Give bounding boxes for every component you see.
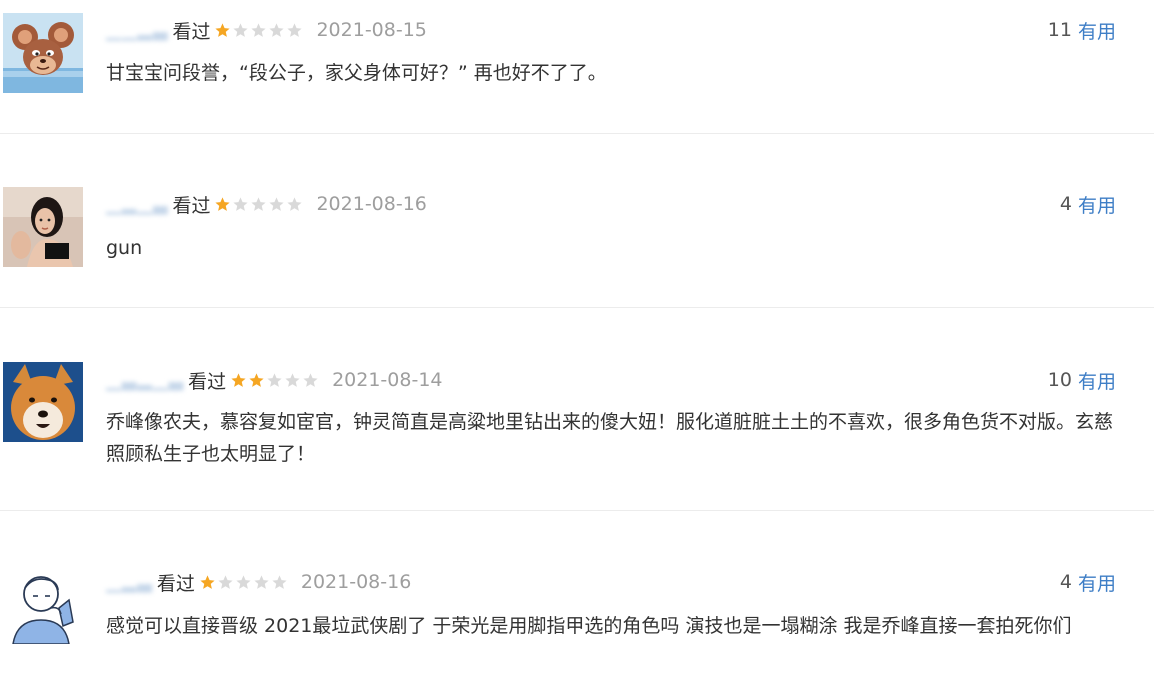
useful-count: 4 (1059, 571, 1072, 593)
username-blurred[interactable]: ▁▂▁▃ (106, 193, 168, 215)
review-content: 感觉可以直接晋级 2021最垃武侠剧了 于荣光是用脚指甲选的角色吗 演技也是一塌… (106, 615, 1072, 637)
review-content: gun (106, 237, 143, 259)
review-meta: ▁▃▂▁▃ 看过 2021-08-14 (106, 365, 443, 395)
sketch-person-avatar[interactable] (3, 564, 83, 644)
useful-count: 10 (1047, 369, 1072, 391)
useful-button[interactable]: 有用 (1078, 367, 1116, 394)
useful-vote[interactable]: 10 有用 (1048, 365, 1116, 395)
useful-vote[interactable]: 4 有用 (1060, 189, 1116, 219)
star-empty-icon (269, 22, 285, 37)
star-rating (214, 196, 304, 213)
divider (0, 133, 1154, 134)
watch-status: 看过 (188, 370, 227, 393)
useful-vote[interactable]: 4 有用 (1060, 567, 1116, 597)
star-empty-icon (269, 196, 285, 211)
review-date: 2021-08-14 (332, 369, 443, 391)
star-empty-icon (254, 574, 269, 589)
shiba-dog-avatar[interactable] (3, 362, 83, 442)
useful-vote[interactable]: 11 有用 (1048, 15, 1116, 45)
star-filled-icon (231, 372, 246, 387)
cartoon-mouse-avatar[interactable] (3, 13, 83, 93)
star-empty-icon (236, 574, 251, 589)
star-empty-icon (233, 22, 249, 37)
star-empty-icon (272, 574, 287, 589)
useful-count: 4 (1059, 193, 1072, 215)
review-meta: ▁▂▃ 看过 2021-08-16 (106, 567, 411, 597)
useful-button[interactable]: 有用 (1078, 569, 1116, 596)
star-rating (214, 22, 304, 39)
review-date: 2021-08-16 (316, 193, 427, 215)
star-empty-icon (285, 372, 300, 387)
star-filled-icon (215, 22, 231, 37)
useful-count: 11 (1047, 19, 1072, 41)
watch-status: 看过 (172, 194, 211, 217)
watch-status: 看过 (156, 572, 195, 595)
review-date: 2021-08-16 (300, 571, 412, 593)
star-rating (199, 574, 289, 591)
star-filled-icon (249, 372, 264, 387)
star-empty-icon (267, 372, 282, 387)
review-list: ▁▁▂▃ 看过 2021-08-15 11 有用 甘宝宝问段誉，“段公子，家父身… (0, 0, 1154, 688)
star-empty-icon (287, 22, 303, 37)
star-filled-icon (215, 196, 231, 211)
woman-photo-avatar[interactable] (3, 187, 83, 267)
star-empty-icon (251, 22, 267, 37)
star-empty-icon (251, 196, 267, 211)
username-blurred[interactable]: ▁▃▂▁▃ (106, 369, 184, 391)
username-blurred[interactable]: ▁▁▂▃ (106, 19, 168, 41)
review-meta: ▁▁▂▃ 看过 2021-08-15 (106, 15, 427, 45)
useful-button[interactable]: 有用 (1078, 17, 1116, 44)
star-empty-icon (287, 196, 303, 211)
divider (0, 510, 1154, 511)
watch-status: 看过 (172, 20, 211, 43)
star-rating (230, 372, 320, 389)
useful-button[interactable]: 有用 (1078, 191, 1116, 218)
username-blurred[interactable]: ▁▂▃ (106, 571, 153, 593)
review-meta: ▁▂▁▃ 看过 2021-08-16 (106, 189, 427, 219)
review-date: 2021-08-15 (316, 19, 427, 41)
review-content: 甘宝宝问段誉，“段公子，家父身体可好？” 再也好不了了。 (106, 62, 607, 84)
star-empty-icon (303, 372, 318, 387)
star-filled-icon (200, 574, 215, 589)
divider (0, 307, 1154, 308)
star-empty-icon (233, 196, 249, 211)
review-content: 乔峰像农夫，慕容复如宦官，钟灵简直是高粱地里钻出来的傻大妞！服化道脏脏土土的不喜… (106, 411, 1114, 465)
star-empty-icon (218, 574, 233, 589)
